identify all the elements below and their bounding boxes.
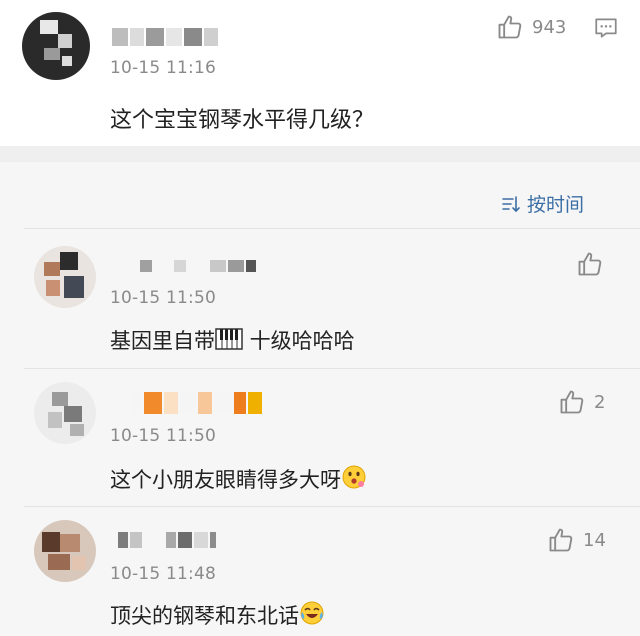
thumbs-up-icon	[549, 528, 573, 552]
like-button[interactable]: 14	[547, 526, 606, 554]
like-count: 2	[594, 391, 606, 413]
thumbs-up-icon	[498, 15, 522, 39]
surprised-emoji-icon	[342, 465, 366, 489]
reply-time: 10-15 11:50	[110, 288, 216, 308]
username-blurred[interactable]	[132, 392, 262, 414]
main-comment: 10-15 11:16 这个宝宝钢琴水平得几级？ 943	[0, 0, 640, 146]
username-blurred[interactable]	[118, 532, 216, 548]
divider	[24, 506, 640, 507]
laugh-cry-emoji-icon	[300, 601, 324, 625]
piano-emoji-icon	[215, 328, 243, 350]
reply-text: 这个小朋友眼睛得多大呀	[110, 464, 367, 494]
section-divider	[0, 146, 640, 162]
divider	[24, 368, 640, 369]
like-button[interactable]: 943	[496, 13, 566, 41]
reply-text: 基因里自带 十级哈哈哈	[110, 328, 355, 353]
reply-text: 顶尖的钢琴和东北话	[110, 600, 325, 630]
comment-icon[interactable]	[593, 15, 619, 41]
comment-time: 10-15 11:16	[110, 58, 216, 78]
reply-time: 10-15 11:50	[110, 426, 216, 446]
like-button[interactable]	[576, 250, 604, 278]
avatar[interactable]	[34, 246, 96, 308]
like-button[interactable]: 2	[558, 388, 605, 416]
like-count: 14	[583, 529, 606, 551]
divider	[24, 228, 640, 229]
replies-section	[0, 162, 640, 636]
reply-time: 10-15 11:48	[110, 564, 216, 584]
thumbs-up-icon	[560, 390, 584, 414]
comment-text: 这个宝宝钢琴水平得几级？	[110, 108, 375, 133]
username-blurred[interactable]	[140, 260, 256, 272]
avatar[interactable]	[34, 382, 96, 444]
username-blurred[interactable]	[112, 28, 218, 46]
sort-label: 按时间	[526, 194, 584, 216]
avatar[interactable]	[22, 12, 90, 80]
like-count: 943	[532, 16, 567, 38]
sort-icon	[502, 195, 520, 212]
avatar[interactable]	[34, 520, 96, 582]
sort-button[interactable]: 按时间	[501, 190, 584, 217]
thumbs-up-icon	[578, 252, 602, 276]
